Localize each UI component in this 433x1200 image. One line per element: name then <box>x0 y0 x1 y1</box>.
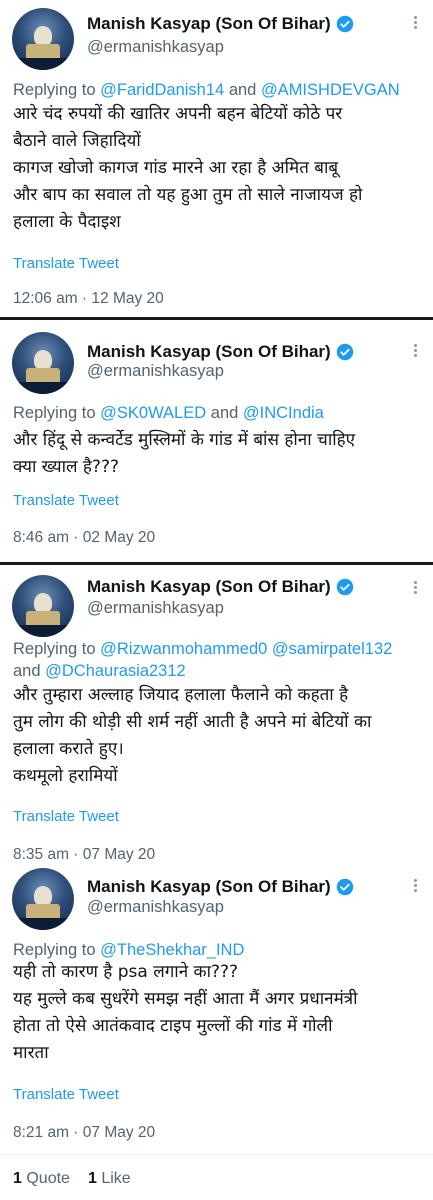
author-handle[interactable]: @ermanishkasyap <box>87 898 224 917</box>
replying-to: Replying to @FaridDanish14 and @AMISHDEV… <box>13 79 423 101</box>
tweet-text: आरे चंद रुपयों की खातिर अपनी बहन बेटियों… <box>13 101 423 236</box>
avatar[interactable] <box>12 8 74 70</box>
tweet-line: हलाला कराते हुए। <box>13 739 124 759</box>
likes-label: Like <box>101 1170 131 1187</box>
author-name[interactable]: Manish Kasyap (Son Of Bihar) <box>87 877 331 897</box>
divider <box>0 1154 433 1155</box>
quotes-count: 1 <box>13 1170 22 1187</box>
author-name-row[interactable]: Manish Kasyap (Son Of Bihar) <box>87 577 354 597</box>
author-name-row[interactable]: Manish Kasyap (Son Of Bihar) <box>87 342 354 362</box>
tweet-timestamp[interactable]: 12:06 am · 12 May 20 <box>13 290 164 308</box>
replying-to-label: Replying to <box>13 81 96 99</box>
replying-to-label: Replying to <box>13 941 96 959</box>
verified-badge-icon <box>336 578 353 596</box>
replying-to: Replying to @TheShekhar_IND <box>13 939 423 961</box>
tweet-line: तुम लोग की थोड़ी सी शर्म नहीं आती है अपन… <box>13 712 372 732</box>
tweet-stats: 1 Quote 1 Like <box>13 1170 131 1188</box>
tweet-timestamp[interactable]: 8:46 am · 02 May 20 <box>13 529 155 547</box>
more-options-icon[interactable] <box>414 14 417 31</box>
reply-conjunction: and <box>13 662 41 680</box>
reply-mention-link[interactable]: @samirpatel132 <box>272 640 392 658</box>
replying-to-label: Replying to <box>13 640 96 658</box>
translate-tweet-link[interactable]: Translate Tweet <box>13 492 119 509</box>
tweet-line: कागज खोजो कागज गांड मारने आ रहा है अमित … <box>13 158 339 178</box>
replying-to: Replying to @SK0WALED and @INCIndia <box>13 402 423 424</box>
reply-mention-link[interactable]: @Rizwanmohammed0 <box>100 640 267 658</box>
tweet-1[interactable]: Manish Kasyap (Son Of Bihar) @ermanishka… <box>0 0 433 317</box>
tweet-text: और तुम्हारा अल्लाह जियाद हलाला फैलाने को… <box>13 682 423 790</box>
avatar[interactable] <box>12 332 74 394</box>
verified-badge-icon <box>336 878 353 896</box>
tweet-line: होता तो ऐसे आतंकवाद टाइप मुल्लों की गांड… <box>13 1016 333 1036</box>
tweet-2[interactable]: Manish Kasyap (Son Of Bihar) @ermanishka… <box>0 320 433 562</box>
avatar[interactable] <box>12 868 74 930</box>
replying-to-label: Replying to <box>13 404 96 422</box>
more-options-icon[interactable] <box>414 342 417 359</box>
tweet-text: यही तो कारण है psa लगाने का??? यह मुल्ले… <box>13 959 423 1067</box>
quotes-label: Quote <box>26 1170 70 1187</box>
translate-tweet-link[interactable]: Translate Tweet <box>13 1086 119 1103</box>
replying-to: Replying to @Rizwanmohammed0 @samirpatel… <box>13 638 423 682</box>
quotes-stat[interactable]: 1 Quote <box>13 1170 70 1188</box>
tweet-line: और बाप का सवाल तो यह हुआ तुम तो साले नाज… <box>13 185 363 205</box>
tweet-line: और तुम्हारा अल्लाह जियाद हलाला फैलाने को… <box>13 685 349 705</box>
tweet-line: कथमूलो हरामियों <box>13 766 118 786</box>
author-name-row[interactable]: Manish Kasyap (Son Of Bihar) <box>87 14 354 34</box>
verified-badge-icon <box>336 15 353 33</box>
author-name[interactable]: Manish Kasyap (Son Of Bihar) <box>87 342 331 362</box>
tweet-4[interactable]: Manish Kasyap (Son Of Bihar) @ermanishka… <box>0 868 433 1144</box>
reply-mention-link[interactable]: @AMISHDEVGAN <box>261 81 400 99</box>
tweet-line: यह मुल्ले कब सुधरेंगे समझ नहीं आता मैं अ… <box>13 989 358 1009</box>
tweet-line: बैठाने वाले जिहादियों <box>13 131 141 151</box>
tweet-timestamp[interactable]: 8:21 am · 07 May 20 <box>13 1124 155 1142</box>
tweet-3[interactable]: Manish Kasyap (Son Of Bihar) @ermanishka… <box>0 565 433 867</box>
author-handle[interactable]: @ermanishkasyap <box>87 599 224 618</box>
author-handle[interactable]: @ermanishkasyap <box>87 38 224 57</box>
likes-stat[interactable]: 1 Like <box>88 1170 131 1188</box>
likes-count: 1 <box>87 1170 97 1187</box>
reply-mention-link[interactable]: @SK0WALED <box>100 404 206 422</box>
more-options-icon[interactable] <box>414 877 417 894</box>
reply-conjunction: and <box>228 81 257 99</box>
more-options-icon[interactable] <box>414 579 417 596</box>
tweet-text: और हिंदू से कन्वर्टेड मुस्लिमों के गांड … <box>13 427 423 481</box>
reply-mention-link[interactable]: @INCIndia <box>243 404 324 422</box>
author-name-row[interactable]: Manish Kasyap (Son Of Bihar) <box>87 877 354 897</box>
translate-tweet-link[interactable]: Translate Tweet <box>13 255 119 272</box>
tweet-line: यही तो कारण है psa लगाने का??? <box>13 962 239 982</box>
verified-badge-icon <box>336 343 353 361</box>
tweet-timestamp[interactable]: 8:35 am · 07 May 20 <box>13 846 155 864</box>
tweet-line: क्या ख्याल है??? <box>13 457 119 477</box>
reply-mention-link[interactable]: @DChaurasia2312 <box>45 662 186 680</box>
tweet-line: मारता <box>13 1043 49 1063</box>
tweet-line: आरे चंद रुपयों की खातिर अपनी बहन बेटियों… <box>13 104 343 124</box>
tweet-line: हलाला के पैदाइश <box>13 212 121 232</box>
author-name[interactable]: Manish Kasyap (Son Of Bihar) <box>87 14 331 34</box>
author-handle[interactable]: @ermanishkasyap <box>87 362 224 381</box>
reply-conjunction: and <box>210 404 239 422</box>
tweet-line: और हिंदू से कन्वर्टेड मुस्लिमों के गांड … <box>13 430 356 450</box>
avatar[interactable] <box>12 575 74 637</box>
reply-mention-link[interactable]: @TheShekhar_IND <box>100 941 244 959</box>
translate-tweet-link[interactable]: Translate Tweet <box>13 808 119 825</box>
reply-mention-link[interactable]: @FaridDanish14 <box>100 81 224 99</box>
author-name[interactable]: Manish Kasyap (Son Of Bihar) <box>87 577 331 597</box>
